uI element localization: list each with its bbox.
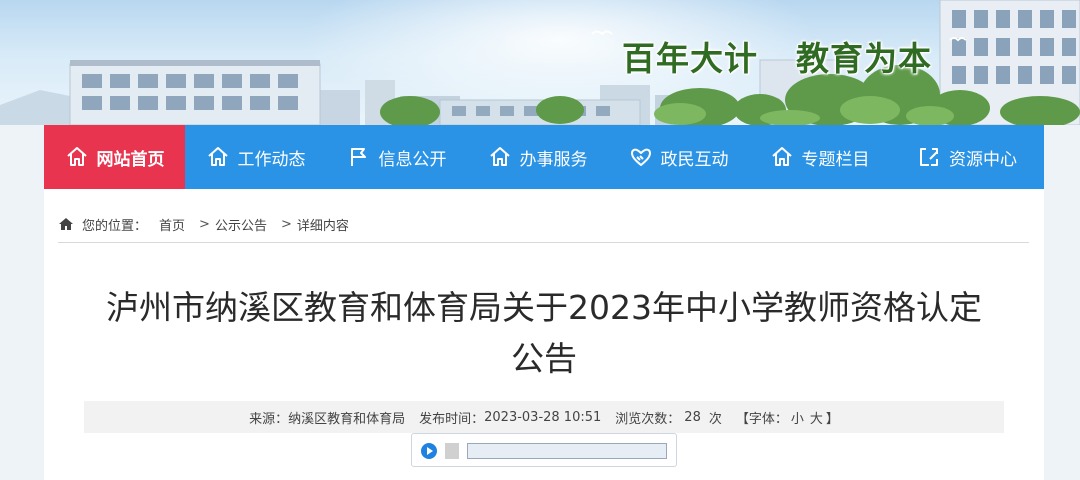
publish-time: 2023-03-28 10:51: [484, 409, 602, 425]
home-icon: [771, 147, 792, 166]
views-label: 浏览次数：: [615, 411, 681, 427]
main-nav: 网站首页 工作动态 信息公开 办事服务 政民互动 专题栏目 资源中心: [44, 125, 1044, 189]
nav-label: 专题栏目: [801, 149, 870, 170]
nav-item-interaction[interactable]: 政民互动: [608, 125, 749, 189]
nav-item-work-news[interactable]: 工作动态: [185, 125, 326, 189]
audio-progress-bar[interactable]: [467, 443, 667, 459]
breadcrumb-separator: >: [199, 216, 210, 232]
slogan-right: 教育为本: [796, 39, 932, 78]
source-label: 来源：: [249, 411, 289, 427]
breadcrumb-separator: >: [280, 216, 292, 232]
nav-label: 工作动态: [237, 149, 306, 170]
views-count: 28: [684, 409, 701, 425]
home-icon: [66, 147, 87, 166]
views-unit: 次: [708, 411, 722, 427]
font-size-prefix: 【字体：: [735, 411, 788, 427]
font-small-button[interactable]: 小: [791, 408, 804, 427]
article-meta: 来源： 纳溪区教育和体育局 发布时间： 2023-03-28 10:51 浏览次…: [84, 401, 1004, 433]
breadcrumb: 您的位置： 首页 > 公示公告 > 详细内容: [58, 215, 349, 234]
nav-label: 资源中心: [949, 149, 1017, 170]
divider: [58, 242, 1029, 243]
stop-button[interactable]: [445, 443, 459, 459]
home-icon: [59, 218, 73, 230]
publish-label: 发布时间：: [419, 411, 485, 427]
content-panel: 您的位置： 首页 > 公示公告 > 详细内容 泸州市纳溪区教育和体育局关于202…: [44, 189, 1044, 480]
breadcrumb-current: 详细内容: [296, 218, 349, 234]
slogan-left: 百年大计: [622, 39, 758, 78]
breadcrumb-lead: 您的位置：: [82, 218, 148, 234]
article-title: 泸州市纳溪区教育和体育局关于2023年中小学教师资格认定 公告: [44, 282, 1044, 384]
source-value: 纳溪区教育和体育局: [288, 411, 406, 427]
nav-item-home[interactable]: 网站首页: [44, 125, 185, 189]
header-banner: 百年大计 教育为本: [0, 0, 1080, 125]
nav-label: 政民互动: [660, 149, 729, 170]
breadcrumb-home-link[interactable]: 首页: [159, 215, 185, 234]
article-title-line1: 泸州市纳溪区教育和体育局关于2023年中小学教师资格认定: [106, 288, 982, 327]
play-icon[interactable]: [421, 443, 437, 459]
flag-icon: [350, 148, 366, 166]
nav-item-services[interactable]: 办事服务: [467, 125, 608, 189]
banner-slogan: 百年大计 教育为本: [622, 32, 932, 80]
nav-item-info-disclosure[interactable]: 信息公开: [326, 125, 467, 189]
nav-item-resources[interactable]: 资源中心: [890, 125, 1044, 189]
nav-label: 办事服务: [519, 149, 588, 170]
home-icon: [207, 147, 228, 166]
audio-player: [411, 433, 677, 467]
article-title-line2: 公告: [511, 339, 577, 378]
font-large-button[interactable]: 大: [810, 408, 823, 427]
font-size-suffix: 】: [825, 411, 839, 427]
nav-label: 信息公开: [378, 149, 447, 170]
home-icon: [489, 147, 510, 166]
nav-label: 网站首页: [96, 149, 165, 170]
nav-item-topics[interactable]: 专题栏目: [749, 125, 890, 189]
breadcrumb-notices-link[interactable]: 公示公告: [215, 215, 267, 234]
folder-share-icon: [920, 148, 938, 166]
handshake-icon: [630, 148, 651, 166]
